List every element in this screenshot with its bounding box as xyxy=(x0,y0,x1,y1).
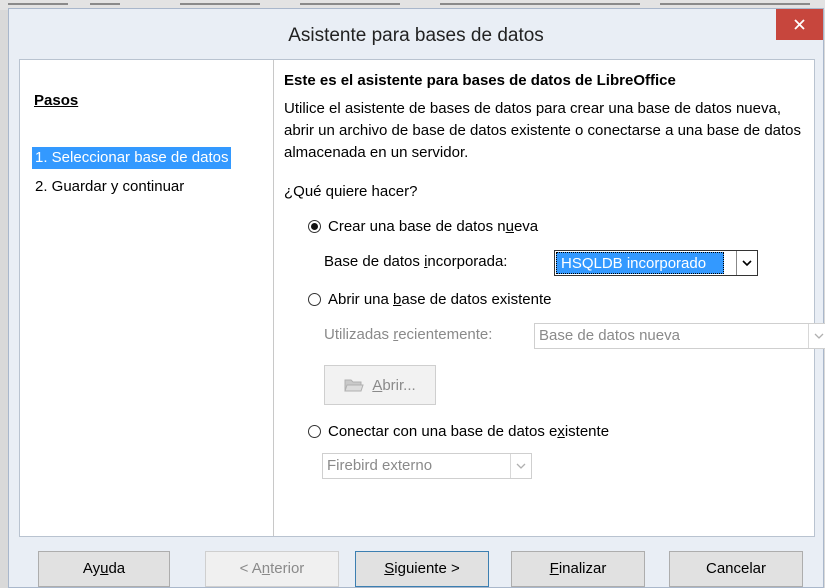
recently-used-label: Utilizadas recientemente: xyxy=(324,326,493,343)
radio-unchecked-icon[interactable] xyxy=(308,424,321,438)
strip-dash xyxy=(90,3,120,5)
recently-used-value: Base de datos nueva xyxy=(539,327,680,344)
step-save-and-proceed[interactable]: 2. Guardar y continuar xyxy=(32,176,187,198)
strip-dash xyxy=(440,3,640,5)
database-wizard-dialog: Asistente para bases de datos Pasos 1. S… xyxy=(8,8,825,588)
embedded-database-value: HSQLDB incorporado xyxy=(556,252,724,274)
steps-panel: Pasos 1. Seleccionar base de datos 2. Gu… xyxy=(20,60,274,536)
radio-checked-icon[interactable] xyxy=(308,219,321,233)
page-description: Utilice el asistente de bases de datos p… xyxy=(284,100,802,161)
folder-open-icon xyxy=(344,379,365,392)
connection-type-value: Firebird externo xyxy=(327,457,433,474)
radio-unchecked-icon[interactable] xyxy=(308,292,321,306)
radio-connect-label: Conectar con una base de datos existente xyxy=(328,422,610,440)
strip-dash xyxy=(180,3,260,5)
strip-dash xyxy=(660,3,810,5)
dropdown-arrow[interactable] xyxy=(808,324,825,348)
question-label: ¿Qué quiere hacer? xyxy=(284,183,418,200)
finish-button[interactable]: Finalizar xyxy=(511,551,645,587)
embedded-database-label: Base de datos incorporada: xyxy=(324,253,508,270)
chevron-down-icon xyxy=(814,333,824,339)
steps-heading: Pasos xyxy=(34,92,79,109)
dropdown-arrow[interactable] xyxy=(736,251,757,275)
connection-type-select[interactable]: Firebird externo xyxy=(322,453,532,479)
radio-open-label: Abrir una base de datos existente xyxy=(328,290,552,308)
strip-dash xyxy=(8,3,68,5)
cancel-button[interactable]: Cancelar xyxy=(669,551,803,587)
step-select-database[interactable]: 1. Seleccionar base de datos xyxy=(32,147,232,169)
radio-create-database[interactable]: Crear una base de datos nueva xyxy=(308,215,538,237)
radio-open-database[interactable]: Abrir una base de datos existente xyxy=(308,288,552,310)
open-button[interactable]: Abrir... xyxy=(324,365,436,405)
help-button[interactable]: Ayuda xyxy=(38,551,170,587)
strip-dash xyxy=(300,3,400,5)
close-icon xyxy=(794,19,805,30)
wizard-body: Pasos 1. Seleccionar base de datos 2. Gu… xyxy=(19,59,825,537)
page-heading: Este es el asistente para bases de datos… xyxy=(284,72,676,89)
chevron-down-icon xyxy=(516,463,526,469)
previous-button[interactable]: < Anterior xyxy=(205,551,339,587)
next-button[interactable]: Siguiente > xyxy=(355,551,489,587)
chevron-down-icon xyxy=(742,259,752,266)
open-button-label: Abrir... xyxy=(372,376,416,394)
content-panel: Este es el asistente para bases de datos… xyxy=(284,60,825,536)
radio-connect-database[interactable]: Conectar con una base de datos existente xyxy=(308,420,609,442)
embedded-database-select[interactable]: HSQLDB incorporado xyxy=(554,250,758,276)
window-title: Asistente para bases de datos xyxy=(288,25,544,46)
recently-used-select[interactable]: Base de datos nueva xyxy=(534,323,825,349)
radio-create-label: Crear una base de datos nueva xyxy=(328,217,539,235)
button-bar: Ayuda < Anterior Siguiente > Finalizar C… xyxy=(9,537,823,587)
dropdown-arrow[interactable] xyxy=(510,454,531,478)
title-bar[interactable]: Asistente para bases de datos xyxy=(9,9,823,59)
close-button[interactable] xyxy=(776,9,823,40)
